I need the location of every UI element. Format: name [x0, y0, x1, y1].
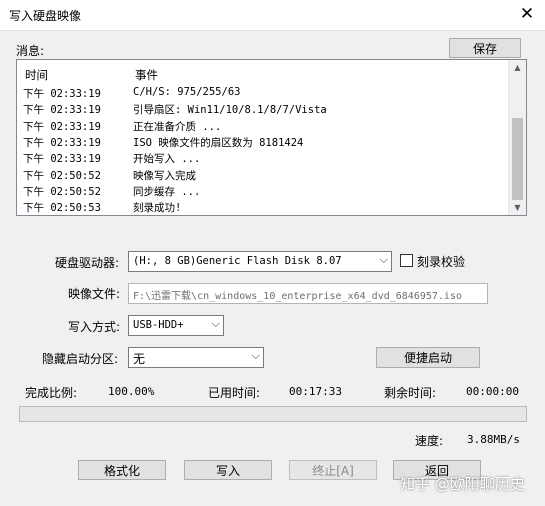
log-row-event: 映像写入完成 — [133, 169, 196, 182]
chevron-down-icon: ⌵ — [251, 349, 260, 362]
write-mode-label: 写入方式: — [68, 320, 121, 334]
log-row-time: 下午 02:33:19 — [23, 120, 101, 133]
log-row-event: 引导扇区: Win11/10/8.1/8/7/Vista — [133, 104, 327, 117]
verify-label: 刻录校验 — [417, 255, 466, 269]
write-button[interactable]: 写入 — [184, 460, 272, 480]
log-row-time: 下午 02:33:19 — [23, 153, 101, 166]
log-row-event: 正在准备介质 ... — [133, 120, 222, 133]
remaining-label: 剩余时间: — [384, 386, 437, 400]
log-header-event: 事件 — [135, 68, 158, 82]
write-mode-value: USB-HDD+ — [133, 319, 184, 331]
log-row-event: C/H/S: 975/255/63 — [133, 86, 241, 98]
window-title: 写入硬盘映像 — [9, 9, 82, 23]
scroll-thumb[interactable] — [512, 118, 523, 200]
elapsed-label: 已用时间: — [208, 386, 261, 400]
scroll-up-icon[interactable]: ▲ — [509, 60, 526, 75]
log-row-time: 下午 02:33:19 — [23, 136, 101, 149]
message-label: 消息: — [16, 44, 45, 58]
log-row-time: 下午 02:33:19 — [23, 88, 101, 100]
log-row-event: 开始写入 ... — [133, 153, 201, 166]
verify-checkbox[interactable] — [400, 254, 413, 267]
speed-value: 3.88MB/s — [467, 433, 520, 446]
log-header-time: 时间 — [25, 68, 48, 82]
log-row-time: 下午 02:33:19 — [23, 104, 101, 117]
abort-button[interactable]: 终止[A] — [289, 460, 377, 480]
image-file-value: F:\迅雷下载\cn_windows_10_enterprise_x64_dvd… — [133, 291, 462, 302]
watermark-text: 知乎 @欧阳聊历史 — [400, 475, 525, 493]
save-button[interactable]: 保存 — [449, 38, 521, 58]
remaining-value: 00:00:00 — [466, 385, 519, 398]
chevron-down-icon: ⌵ — [379, 253, 388, 266]
log-row-time: 下午 02:50:53 — [23, 202, 101, 215]
quick-boot-button[interactable]: 便捷启动 — [376, 347, 480, 368]
log-row-time: 下午 02:50:52 — [23, 169, 101, 182]
title-bar — [0, 0, 545, 31]
log-scrollbar[interactable]: ▲ ▼ — [508, 60, 526, 215]
complete-label: 完成比例: — [25, 386, 78, 400]
speed-label: 速度: — [415, 434, 444, 448]
scroll-down-icon[interactable]: ▼ — [509, 200, 526, 215]
image-file-label: 映像文件: — [68, 287, 121, 301]
log-row-event: ISO 映像文件的扇区数为 8181424 — [133, 136, 304, 149]
complete-value: 100.00% — [108, 385, 155, 398]
format-button[interactable]: 格式化 — [78, 460, 166, 480]
hidden-partition-value: 无 — [133, 352, 146, 366]
elapsed-value: 00:17:33 — [289, 385, 342, 398]
drive-label: 硬盘驱动器: — [55, 256, 120, 270]
chevron-down-icon: ⌵ — [211, 317, 220, 330]
progress-bar — [19, 406, 527, 422]
hidden-partition-select[interactable]: 无 ⌵ — [128, 347, 264, 368]
message-log[interactable]: 时间 事件 下午 02:33:19 C/H/S: 975/255/63 下午 02:… — [16, 59, 527, 216]
drive-select[interactable]: (H:, 8 GB)Generic Flash Disk 8.07 ⌵ — [128, 251, 392, 272]
log-row-event: 同步缓存 ... — [133, 185, 201, 198]
write-mode-select[interactable]: USB-HDD+ ⌵ — [128, 315, 224, 336]
image-file-field[interactable]: F:\迅雷下载\cn_windows_10_enterprise_x64_dvd… — [128, 283, 488, 304]
hidden-partition-label: 隐藏启动分区: — [42, 352, 119, 366]
log-row-event: 刻录成功! — [133, 202, 182, 215]
drive-value: (H:, 8 GB)Generic Flash Disk 8.07 — [133, 255, 342, 267]
close-icon[interactable]: ✕ — [518, 4, 536, 24]
log-row-time: 下午 02:50:52 — [23, 185, 101, 198]
